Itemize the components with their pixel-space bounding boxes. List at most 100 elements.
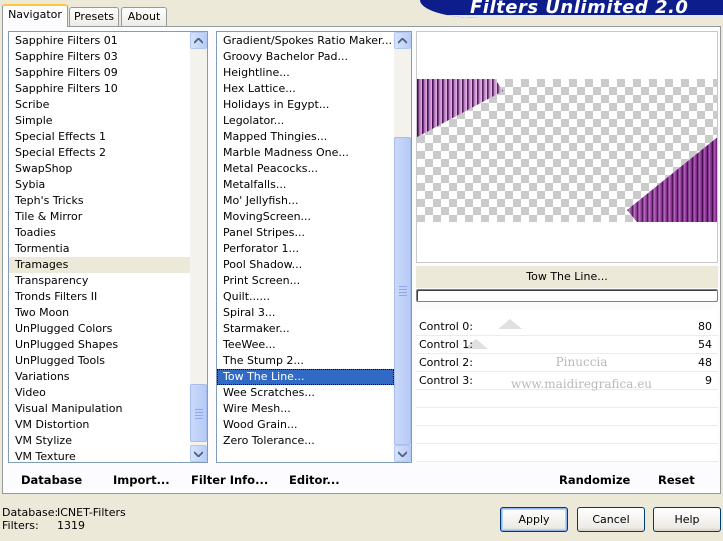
list-item[interactable]: Variations	[9, 369, 190, 385]
database-button[interactable]: Database	[21, 473, 82, 487]
list-item-label: Metal Peacocks...	[223, 162, 319, 175]
list-item[interactable]: Simple	[9, 113, 190, 129]
list-item[interactable]: Transparency	[9, 273, 190, 289]
control-value: 48	[698, 356, 712, 369]
status-filters-value: 1319	[57, 519, 85, 532]
list-item-label: Print Screen...	[223, 274, 301, 287]
list-item[interactable]: Zero Tolerance...	[217, 433, 394, 449]
list-item-label: Toadies	[15, 226, 56, 239]
list-item[interactable]: Sapphire Filters 09	[9, 65, 190, 81]
list-item[interactable]: Wire Mesh...	[217, 401, 394, 417]
list-item[interactable]: Print Screen...	[217, 273, 394, 289]
list-item[interactable]: MovingScreen...	[217, 209, 394, 225]
category-list[interactable]: Sapphire Filters 01 Sapphire Filters 03 Sa…	[8, 31, 208, 463]
list-item[interactable]: TeeWee...	[217, 337, 394, 353]
randomize-button[interactable]: Randomize	[559, 473, 630, 487]
list-item[interactable]: Special Effects 2	[9, 145, 190, 161]
list-item[interactable]: Wood Grain...	[217, 417, 394, 433]
scroll-down-button[interactable]	[190, 445, 207, 462]
filter-scrollbar[interactable]	[394, 32, 411, 462]
scroll-up-button[interactable]	[394, 32, 411, 49]
list-item[interactable]: Groovy Bachelor Pad...	[217, 49, 394, 65]
list-item[interactable]: Tramages	[9, 257, 190, 273]
list-item[interactable]: Scribe	[9, 97, 190, 113]
list-item[interactable]: Tormentia	[9, 241, 190, 257]
list-item-label: Tramages	[15, 258, 69, 271]
list-item[interactable]: Sapphire Filters 03	[9, 49, 190, 65]
list-item-label: Perforator 1...	[223, 242, 299, 255]
tab-navigator[interactable]: Navigator	[2, 4, 68, 27]
list-item[interactable]: Legolator...	[217, 113, 394, 129]
apply-button[interactable]: Apply	[500, 507, 568, 532]
list-item-label: The Stump 2...	[223, 354, 304, 367]
list-item[interactable]: VM Distortion	[9, 417, 190, 433]
list-item-label: VM Distortion	[15, 418, 90, 431]
filter-info-button[interactable]: Filter Info...	[191, 473, 268, 487]
list-item[interactable]: The Stump 2...	[217, 353, 394, 369]
list-item[interactable]: Tow The Line...	[217, 369, 394, 385]
list-item[interactable]: Tronds Filters II	[9, 289, 190, 305]
list-item[interactable]: Gradient/Spokes Ratio Maker...	[217, 33, 394, 49]
tab-about[interactable]: About	[121, 7, 167, 26]
list-item[interactable]: Special Effects 1	[9, 129, 190, 145]
scroll-up-button[interactable]	[190, 32, 207, 49]
filter-list[interactable]: Gradient/Spokes Ratio Maker... Groovy Bac…	[216, 31, 412, 463]
list-item[interactable]: Sybia	[9, 177, 190, 193]
list-item[interactable]: Holidays in Egypt...	[217, 97, 394, 113]
list-item[interactable]: UnPlugged Colors	[9, 321, 190, 337]
cancel-button[interactable]: Cancel	[577, 507, 645, 532]
list-item-label: Marble Madness One...	[223, 146, 349, 159]
list-item[interactable]: UnPlugged Tools	[9, 353, 190, 369]
list-item-label: Mo' Jellyfish...	[223, 194, 299, 207]
scroll-thumb[interactable]	[190, 384, 207, 442]
stripe-triangle-bottom	[627, 137, 717, 222]
list-item-label: Panel Stripes...	[223, 226, 306, 239]
list-item[interactable]: Sapphire Filters 10	[9, 81, 190, 97]
editor-button[interactable]: Editor...	[289, 473, 340, 487]
list-item[interactable]: Metalfalls...	[217, 177, 394, 193]
list-item[interactable]: VM Stylize	[9, 433, 190, 449]
scroll-thumb[interactable]	[394, 137, 411, 445]
list-item[interactable]: Quilt......	[217, 289, 394, 305]
list-item[interactable]: Visual Manipulation	[9, 401, 190, 417]
list-item-label: Holidays in Egypt...	[223, 98, 330, 111]
list-item[interactable]: Marble Madness One...	[217, 145, 394, 161]
list-item-label: UnPlugged Shapes	[15, 338, 119, 351]
control-label: Control 1:	[419, 338, 473, 351]
list-item[interactable]: Toadies	[9, 225, 190, 241]
import-button[interactable]: Import...	[113, 473, 170, 487]
tab-presets[interactable]: Presets	[69, 7, 119, 26]
list-item[interactable]: Spiral 3...	[217, 305, 394, 321]
reset-button[interactable]: Reset	[658, 473, 695, 487]
list-item[interactable]: Heightline...	[217, 65, 394, 81]
list-item[interactable]: Teph's Tricks	[9, 193, 190, 209]
category-scrollbar[interactable]	[190, 32, 207, 462]
preview-area	[416, 31, 718, 263]
list-item-label: Special Effects 2	[15, 146, 107, 159]
list-item[interactable]: Hex Lattice...	[217, 81, 394, 97]
list-item[interactable]: Tile & Mirror	[9, 209, 190, 225]
scroll-down-button[interactable]	[394, 445, 411, 462]
list-item[interactable]: Sapphire Filters 01	[9, 33, 190, 49]
list-item[interactable]: Pool Shadow...	[217, 257, 394, 273]
list-item[interactable]: Perforator 1...	[217, 241, 394, 257]
list-item[interactable]: VM Texture	[9, 449, 190, 462]
list-item[interactable]: Mapped Thingies...	[217, 129, 394, 145]
list-item[interactable]: Panel Stripes...	[217, 225, 394, 241]
list-item[interactable]: Starmaker...	[217, 321, 394, 337]
list-item[interactable]: Two Moon	[9, 305, 190, 321]
list-item-label: Sapphire Filters 10	[15, 82, 118, 95]
list-item-label: Sybia	[15, 178, 46, 191]
control-row[interactable]: Control 0: 80	[416, 318, 718, 336]
list-item[interactable]: Video	[9, 385, 190, 401]
chevron-down-icon	[398, 450, 407, 457]
list-item[interactable]: UnPlugged Shapes	[9, 337, 190, 353]
list-item[interactable]: Metal Peacocks...	[217, 161, 394, 177]
status-database-value: ICNET-Filters	[57, 506, 126, 519]
list-item[interactable]: Wee Scratches...	[217, 385, 394, 401]
list-item[interactable]: Mo' Jellyfish...	[217, 193, 394, 209]
list-item[interactable]: SwapShop	[9, 161, 190, 177]
status-database-label: Database:	[2, 506, 59, 519]
help-button[interactable]: Help	[653, 507, 721, 532]
list-item-label: VM Stylize	[15, 434, 72, 447]
